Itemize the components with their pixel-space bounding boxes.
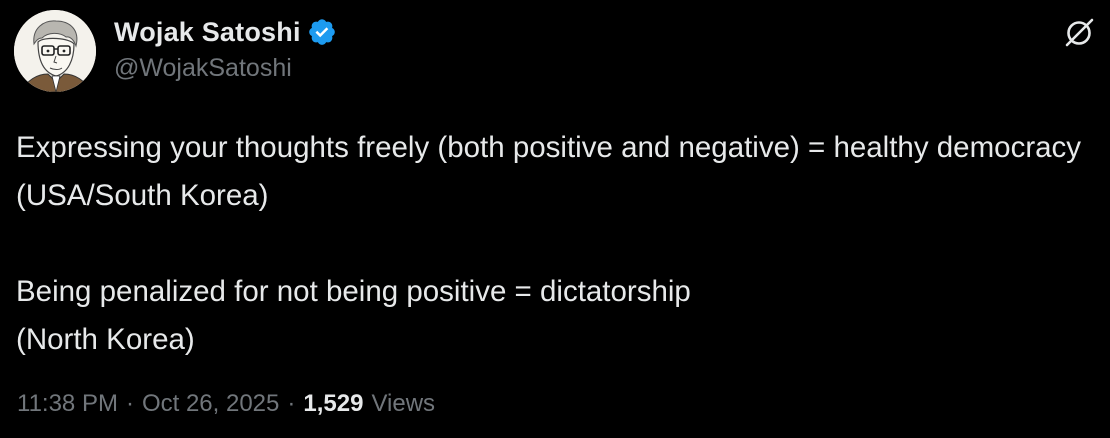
views-count[interactable]: 1,529 <box>303 390 363 418</box>
tweet-card: Wojak Satoshi @WojakSatoshi Expressing y… <box>0 0 1110 438</box>
views-label[interactable]: Views <box>371 390 435 418</box>
tweet-time[interactable]: 11:38 PM <box>17 390 118 418</box>
author-name-row: Wojak Satoshi <box>114 14 337 50</box>
grok-icon[interactable] <box>1062 16 1096 50</box>
user-handle[interactable]: @WojakSatoshi <box>114 54 292 83</box>
verified-badge-icon[interactable] <box>307 17 337 47</box>
tweet-meta: 11:38 PM · Oct 26, 2025 · 1,529 Views <box>17 390 435 418</box>
display-name[interactable]: Wojak Satoshi <box>114 17 301 48</box>
tweet-date[interactable]: Oct 26, 2025 <box>142 390 279 418</box>
avatar[interactable] <box>14 10 96 92</box>
wojak-avatar-icon <box>14 10 96 92</box>
tweet-text: Expressing your thoughts freely (both po… <box>16 131 1082 356</box>
meta-separator: · <box>287 390 296 417</box>
meta-separator: · <box>125 390 134 417</box>
